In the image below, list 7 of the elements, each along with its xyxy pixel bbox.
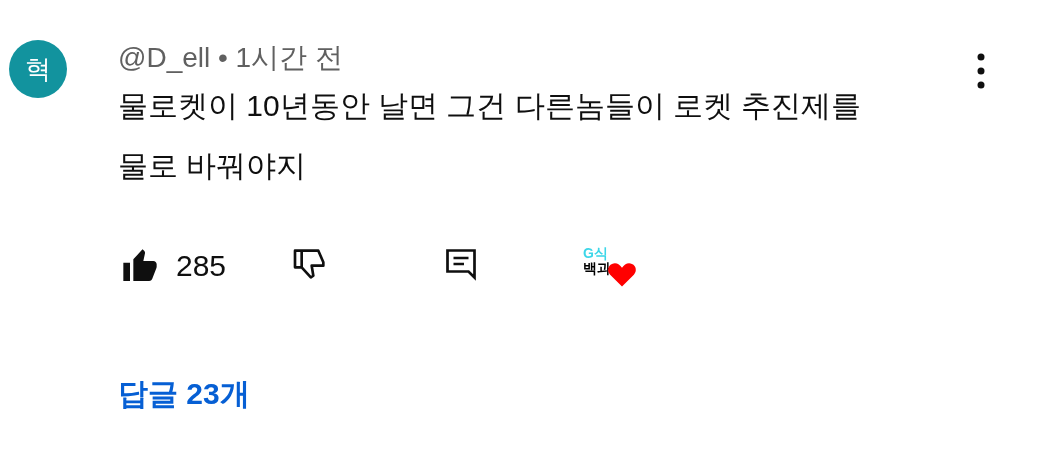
creator-heart-badge: G식 백과 xyxy=(583,246,637,286)
avatar[interactable]: 혁 xyxy=(9,40,67,98)
replies-link[interactable]: 답글 23개 xyxy=(118,374,250,415)
comment-text: 물로켓이 10년동안 날면 그건 다른놈들이 로켓 추진제를 물로 바꿔야지 xyxy=(118,88,863,184)
like-count: 285 xyxy=(176,249,227,283)
comment-author-time: @D_ell • 1시간 전 xyxy=(118,41,343,75)
reply-icon[interactable] xyxy=(443,246,479,282)
